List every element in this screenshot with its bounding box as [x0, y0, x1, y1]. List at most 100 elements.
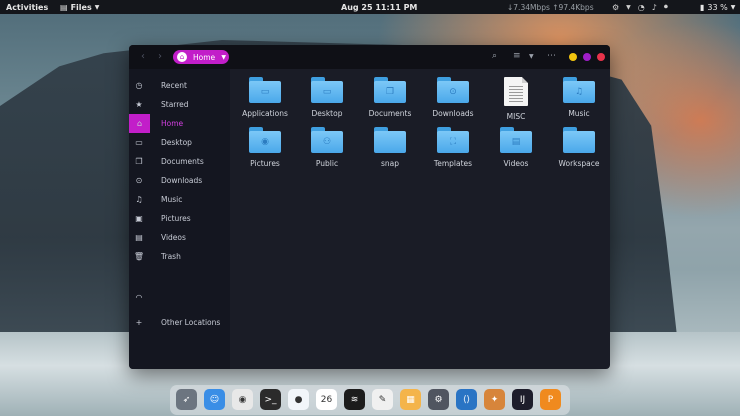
file-item[interactable]: ⛶ Templates [422, 127, 484, 171]
folder-icon: ⚇ [311, 127, 343, 153]
sidebar-item-downloads[interactable]: ⊙ Downloads [129, 171, 230, 190]
sidebar-item-starred[interactable]: ★ Starred [129, 95, 230, 114]
settings-icon[interactable]: ⚙ [428, 389, 449, 410]
files-window: ‹ › ⌂ Home ▼ ⌕ ≡ ▼ ⋯ ◷ Recent ★ Starred ⌂ Hom… [129, 45, 610, 369]
pictures-icon: ▣ [135, 214, 143, 223]
sidebar-item-other-locations[interactable]: + Other Locations [129, 313, 230, 332]
file-name: Workspace [558, 159, 600, 168]
file-name: Videos [503, 159, 529, 168]
app-menu[interactable]: ▤ Files ▼ [60, 3, 99, 12]
chevron-down-icon: ▼ [94, 3, 100, 11]
top-bar: Activities ▤ Files ▼ Aug 25 11:11 PM ↓7.… [0, 0, 740, 14]
gimp-icon[interactable]: ✦ [484, 389, 505, 410]
file-item[interactable]: MISC [485, 77, 547, 121]
menu-dots-icon[interactable]: ⋯ [547, 51, 556, 61]
star-icon: ★ [135, 100, 143, 109]
music-icon: ♫ [135, 195, 143, 204]
store-icon[interactable]: P [540, 389, 561, 410]
settings-icon[interactable]: ⚙ [612, 3, 619, 12]
sidebar-item-recent[interactable]: ◷ Recent [129, 76, 230, 95]
file-grid: ▭ Applications ▭ Desktop ❐ Documents ⊙ Download… [230, 69, 610, 369]
microphone-icon[interactable]: ⏺ [664, 2, 668, 12]
wifi-icon[interactable]: ◔ [638, 3, 645, 12]
file-name: Templates [433, 159, 473, 168]
forward-button[interactable]: › [158, 51, 162, 62]
file-item[interactable]: Workspace [548, 127, 610, 171]
downloads-icon: ⊙ [135, 176, 143, 185]
search-icon[interactable]: ⌕ [492, 51, 497, 61]
notes-icon[interactable]: ✎ [372, 389, 393, 410]
spotify-icon[interactable]: ≋ [344, 389, 365, 410]
sidebar-item-music[interactable]: ♫ Music [129, 190, 230, 209]
close-button[interactable] [597, 53, 605, 61]
file-item[interactable]: ▭ Applications [234, 77, 296, 121]
activities-button[interactable]: Activities [6, 3, 48, 12]
sidebar-item-label: Documents [161, 157, 204, 166]
file-item[interactable]: ▤ Videos [485, 127, 547, 171]
sidebar-item-trash[interactable]: 🗑 Trash [129, 247, 230, 266]
sidebar-item-videos[interactable]: ▤ Videos [129, 228, 230, 247]
chevron-down-icon[interactable]: ▼ [626, 4, 631, 11]
sidebar-item-home[interactable]: ⌂ Home [129, 114, 230, 133]
sidebar: ◷ Recent ★ Starred ⌂ Home ▭ Desktop ❐ Documents ⊙ D… [129, 69, 230, 369]
file-item[interactable]: ▭ Desktop [296, 77, 358, 121]
sidebar-item-label: Starred [161, 100, 189, 109]
folder-icon: ▭ [311, 77, 343, 103]
clock[interactable]: Aug 25 11:11 PM [341, 3, 417, 12]
file-item[interactable]: snap [359, 127, 421, 171]
path-bar-home[interactable]: ⌂ Home ▼ [173, 50, 229, 64]
safari-icon[interactable]: ● [288, 389, 309, 410]
folder-icon: ♫ [563, 77, 595, 103]
app-menu-label: Files [70, 2, 92, 12]
back-button[interactable]: ‹ [141, 51, 145, 62]
files-app-icon: ▤ [60, 2, 68, 12]
sidebar-item-label: Other Locations [161, 318, 221, 327]
sidebar-item-label: Home [161, 119, 184, 128]
folder-icon: ▤ [500, 127, 532, 153]
intellij-icon[interactable]: IJ [512, 389, 533, 410]
file-item[interactable]: ♫ Music [548, 77, 610, 121]
minimize-button[interactable] [569, 53, 577, 61]
folder-icon [563, 127, 595, 153]
system-tray[interactable]: ⚙ ▼ ◔ ♪ ⏺ [612, 2, 668, 12]
folder-icon: ▭ [249, 77, 281, 103]
battery-percent: 33 % [707, 2, 728, 12]
sidebar-item-pictures[interactable]: ▣ Pictures [129, 209, 230, 228]
sidebar-item-documents[interactable]: ❐ Documents [129, 152, 230, 171]
clock-icon: ◷ [135, 81, 143, 90]
file-name: Public [315, 159, 339, 168]
desktop-icon: ▭ [135, 138, 143, 147]
chevron-down-icon: ▼ [730, 3, 736, 11]
path-label: Home [193, 52, 216, 62]
files-icon[interactable]: ▦ [400, 389, 421, 410]
list-view-icon[interactable]: ≡ [513, 51, 521, 61]
calendar-icon[interactable]: 26 [316, 389, 337, 410]
sidebar-item-label: Desktop [161, 138, 192, 147]
vscode-icon[interactable]: ⟨⟩ [456, 389, 477, 410]
maximize-button[interactable] [583, 53, 591, 61]
chrome-icon[interactable]: ◉ [232, 389, 253, 410]
file-name: MISC [506, 112, 526, 121]
folder-icon: ❐ [374, 77, 406, 103]
file-item[interactable]: ⚇ Public [296, 127, 358, 171]
battery-indicator[interactable]: ▮ 33 % ▼ [700, 3, 735, 12]
sidebar-item-label: Recent [161, 81, 187, 90]
network-speed: ↓7.34Mbps ↑97.4Kbps [507, 2, 594, 12]
plus-icon: + [135, 318, 143, 327]
chevron-down-icon[interactable]: ▼ [221, 54, 226, 61]
file-item[interactable]: ◉ Pictures [234, 127, 296, 171]
volume-icon[interactable]: ♪ [652, 3, 657, 12]
view-options-chevron-icon[interactable]: ▼ [529, 53, 534, 60]
home-icon: ⌂ [129, 114, 150, 133]
rocket-launcher-icon[interactable]: ➶ [176, 389, 197, 410]
sidebar-item-network[interactable]: ◠ [129, 288, 230, 307]
terminal-icon[interactable]: >_ [260, 389, 281, 410]
folder-icon: ⊙ [437, 77, 469, 103]
battery-icon: ▮ [700, 2, 705, 12]
folder-icon: ◉ [249, 127, 281, 153]
file-item[interactable]: ⊙ Downloads [422, 77, 484, 121]
file-item[interactable]: ❐ Documents [359, 77, 421, 121]
finder-icon[interactable]: ☺ [204, 389, 225, 410]
sidebar-item-desktop[interactable]: ▭ Desktop [129, 133, 230, 152]
dock: ➶ ☺ ◉ >_ ● 26 ≋ ✎ ▦ ⚙ ⟨⟩ ✦ IJ P [170, 385, 570, 415]
